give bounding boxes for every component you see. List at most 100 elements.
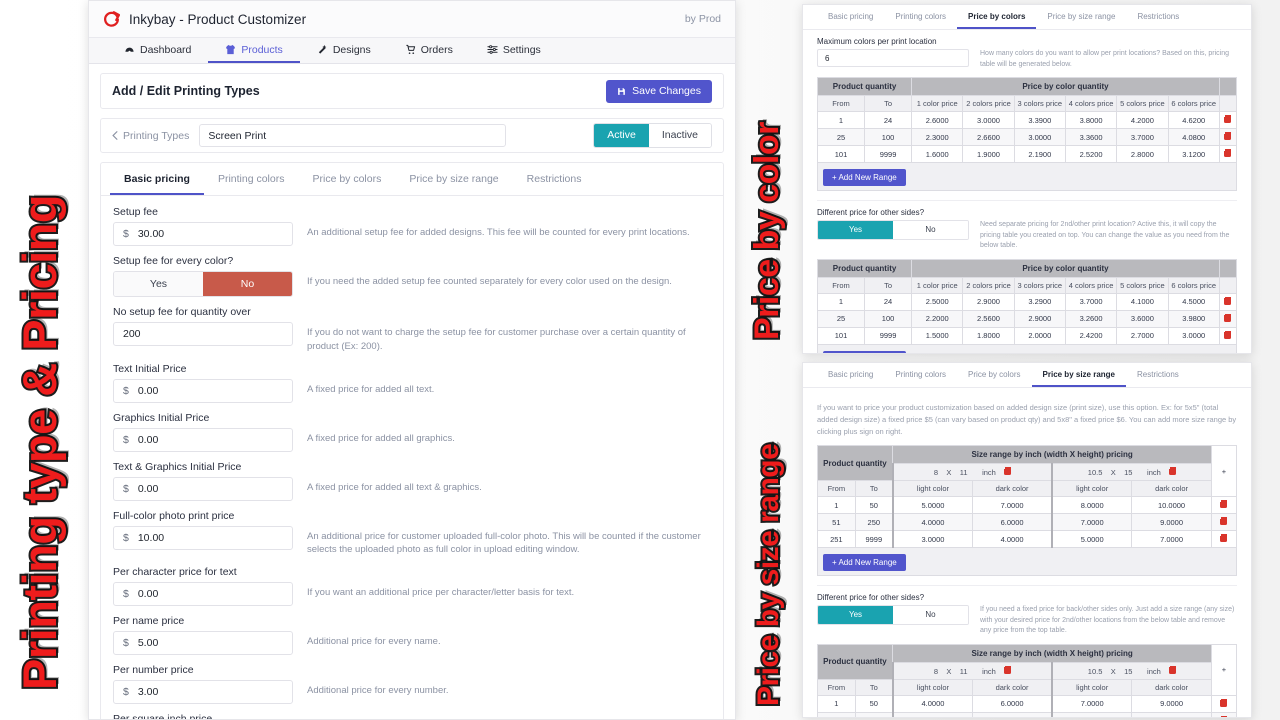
cell-price[interactable]: 3.1200 bbox=[1167, 145, 1220, 163]
tab-basic-pricing[interactable]: Basic pricing bbox=[110, 163, 204, 195]
full-color-photo-price-input[interactable]: $ 10.00 bbox=[113, 525, 293, 550]
cell-price[interactable]: 7.0000 bbox=[1131, 530, 1212, 548]
text-graphics-initial-price-input[interactable]: $ 0.00 bbox=[113, 476, 293, 501]
tab-price-by-size-range[interactable]: Price by size range bbox=[395, 163, 512, 195]
cell-to[interactable]: 24 bbox=[864, 292, 913, 311]
cell-price[interactable]: 2.9000 bbox=[962, 292, 1015, 311]
cell-price[interactable]: 1.8000 bbox=[962, 326, 1015, 345]
cell-to[interactable]: 50 bbox=[854, 496, 894, 514]
status-inactive-button[interactable]: Inactive bbox=[648, 124, 711, 147]
cell-price[interactable]: 3.3900 bbox=[1013, 111, 1066, 129]
cell-price[interactable]: 1.5000 bbox=[911, 326, 964, 345]
cell-price[interactable]: 2.0000 bbox=[1013, 326, 1066, 345]
cell-price[interactable]: 4.2000 bbox=[1116, 111, 1169, 129]
cell-to[interactable]: 100 bbox=[864, 128, 913, 146]
cell-to[interactable]: 24 bbox=[864, 111, 913, 129]
no-setup-fee-qty-input[interactable]: 200 bbox=[113, 322, 293, 346]
cell-price[interactable]: 7.0000 bbox=[1051, 513, 1133, 531]
trash-icon[interactable] bbox=[1169, 467, 1177, 475]
cell-price[interactable]: 4.1000 bbox=[1116, 292, 1169, 311]
delete-row-cell[interactable] bbox=[1218, 309, 1238, 328]
cell-price[interactable]: 8.0000 bbox=[1051, 496, 1133, 514]
trash-icon[interactable] bbox=[1224, 132, 1232, 140]
delete-row-cell[interactable] bbox=[1218, 111, 1238, 129]
trash-icon[interactable] bbox=[1004, 665, 1012, 674]
delete-row-cell[interactable] bbox=[1218, 326, 1238, 345]
cell-price[interactable]: 9.0000 bbox=[1131, 513, 1212, 531]
cell-price[interactable]: 6.0000 bbox=[972, 513, 1053, 531]
max-colors-input[interactable]: 6 bbox=[817, 49, 969, 67]
per-name-price-input[interactable]: $ 5.00 bbox=[113, 631, 293, 656]
cell-price[interactable]: 4.0000 bbox=[891, 513, 974, 531]
cell-price[interactable]: 4.6200 bbox=[1167, 111, 1220, 129]
cell-price[interactable]: 4.0000 bbox=[972, 530, 1053, 548]
delete-row-cell[interactable] bbox=[1218, 145, 1238, 163]
cell-price[interactable]: 3.9800 bbox=[1167, 309, 1220, 328]
cell-price[interactable]: 7.0000 bbox=[1051, 694, 1133, 713]
nav-item-dashboard[interactable]: Dashboard bbox=[107, 38, 208, 63]
cell-to[interactable]: 100 bbox=[864, 309, 913, 328]
cell-price[interactable]: 3.7000 bbox=[1116, 128, 1169, 146]
cell-price[interactable]: 3.0000 bbox=[1013, 128, 1066, 146]
cell-price[interactable]: 2.4200 bbox=[1064, 326, 1118, 345]
trash-icon[interactable] bbox=[1224, 296, 1232, 305]
trash-icon[interactable] bbox=[1220, 698, 1228, 707]
trash-icon[interactable] bbox=[1224, 330, 1232, 339]
cell-price[interactable]: 2.5600 bbox=[962, 309, 1015, 328]
trash-icon[interactable] bbox=[1220, 534, 1228, 542]
status-active-button[interactable]: Active bbox=[594, 124, 649, 147]
cell-from[interactable]: 1 bbox=[816, 111, 866, 129]
per-character-price-input[interactable]: $ 0.00 bbox=[113, 582, 293, 607]
save-changes-button[interactable]: Save Changes bbox=[606, 79, 712, 103]
add-new-range-button[interactable]: + Add New Range bbox=[823, 350, 906, 353]
trash-icon[interactable] bbox=[1004, 467, 1012, 475]
setup-fee-input[interactable]: $ 30.00 bbox=[113, 222, 293, 246]
cell-price[interactable]: 3.0000 bbox=[891, 530, 974, 548]
cell-price[interactable]: 2.9000 bbox=[1013, 309, 1066, 328]
cell-from[interactable]: 101 bbox=[816, 145, 866, 163]
cell-to[interactable]: 250 bbox=[854, 711, 894, 717]
delete-row-cell[interactable] bbox=[1210, 694, 1238, 713]
cell-price[interactable]: 3.8000 bbox=[1064, 111, 1118, 129]
cell-price[interactable]: 9.0000 bbox=[1131, 694, 1212, 713]
cell-price[interactable]: 3.0000 bbox=[891, 711, 974, 717]
add-new-range-button[interactable]: + Add New Range bbox=[823, 554, 906, 571]
cell-price[interactable]: 4.0000 bbox=[891, 694, 974, 713]
cell-to[interactable]: 9999 bbox=[864, 145, 913, 163]
cell-price[interactable]: 4.0800 bbox=[1167, 128, 1220, 146]
cell-price[interactable]: 3.7000 bbox=[1064, 292, 1118, 311]
delete-row-cell[interactable] bbox=[1218, 292, 1238, 311]
size-height[interactable]: 15 bbox=[1124, 667, 1132, 676]
tab-printing-colors[interactable]: Printing colors bbox=[884, 363, 957, 387]
per-number-price-input[interactable]: $ 3.00 bbox=[113, 680, 293, 705]
tab-price-by-size-range[interactable]: Price by size range bbox=[1031, 363, 1126, 387]
graphics-initial-price-input[interactable]: $ 0.00 bbox=[113, 427, 293, 452]
nav-item-products[interactable]: Products bbox=[208, 38, 300, 63]
trash-icon[interactable] bbox=[1220, 715, 1227, 717]
trash-icon[interactable] bbox=[1224, 115, 1232, 123]
cell-from[interactable]: 25 bbox=[816, 309, 866, 328]
toggle-no-button[interactable]: No bbox=[203, 272, 292, 296]
size-width[interactable]: 8 bbox=[934, 468, 938, 477]
cell-from[interactable]: 25 bbox=[816, 128, 866, 146]
size-height[interactable]: 11 bbox=[960, 468, 968, 477]
size-width[interactable]: 8 bbox=[934, 667, 938, 676]
cell-price[interactable]: 2.2000 bbox=[911, 309, 964, 328]
delete-row-cell[interactable] bbox=[1210, 513, 1238, 531]
cell-price[interactable]: 3.0000 bbox=[962, 111, 1015, 129]
cell-price[interactable]: 3.2900 bbox=[1013, 292, 1066, 311]
cell-price[interactable]: 3.2600 bbox=[1064, 309, 1118, 328]
cell-to[interactable]: 9999 bbox=[854, 530, 894, 548]
size-height[interactable]: 11 bbox=[960, 667, 968, 676]
printing-type-name-input[interactable] bbox=[199, 124, 507, 147]
tab-printing-colors[interactable]: Printing colors bbox=[204, 163, 299, 195]
cell-price[interactable]: 2.8000 bbox=[1116, 145, 1169, 163]
nav-item-settings[interactable]: Settings bbox=[470, 38, 558, 63]
cell-price[interactable]: 2.6000 bbox=[911, 111, 964, 129]
toggle-yes-button[interactable]: Yes bbox=[114, 272, 203, 296]
cell-from[interactable]: 1 bbox=[817, 694, 856, 713]
delete-row-cell[interactable] bbox=[1218, 128, 1238, 146]
other-sides-no-button[interactable]: No bbox=[893, 606, 968, 624]
text-initial-price-input[interactable]: $ 0.00 bbox=[113, 378, 293, 403]
cell-price[interactable]: 10.0000 bbox=[1131, 496, 1212, 514]
